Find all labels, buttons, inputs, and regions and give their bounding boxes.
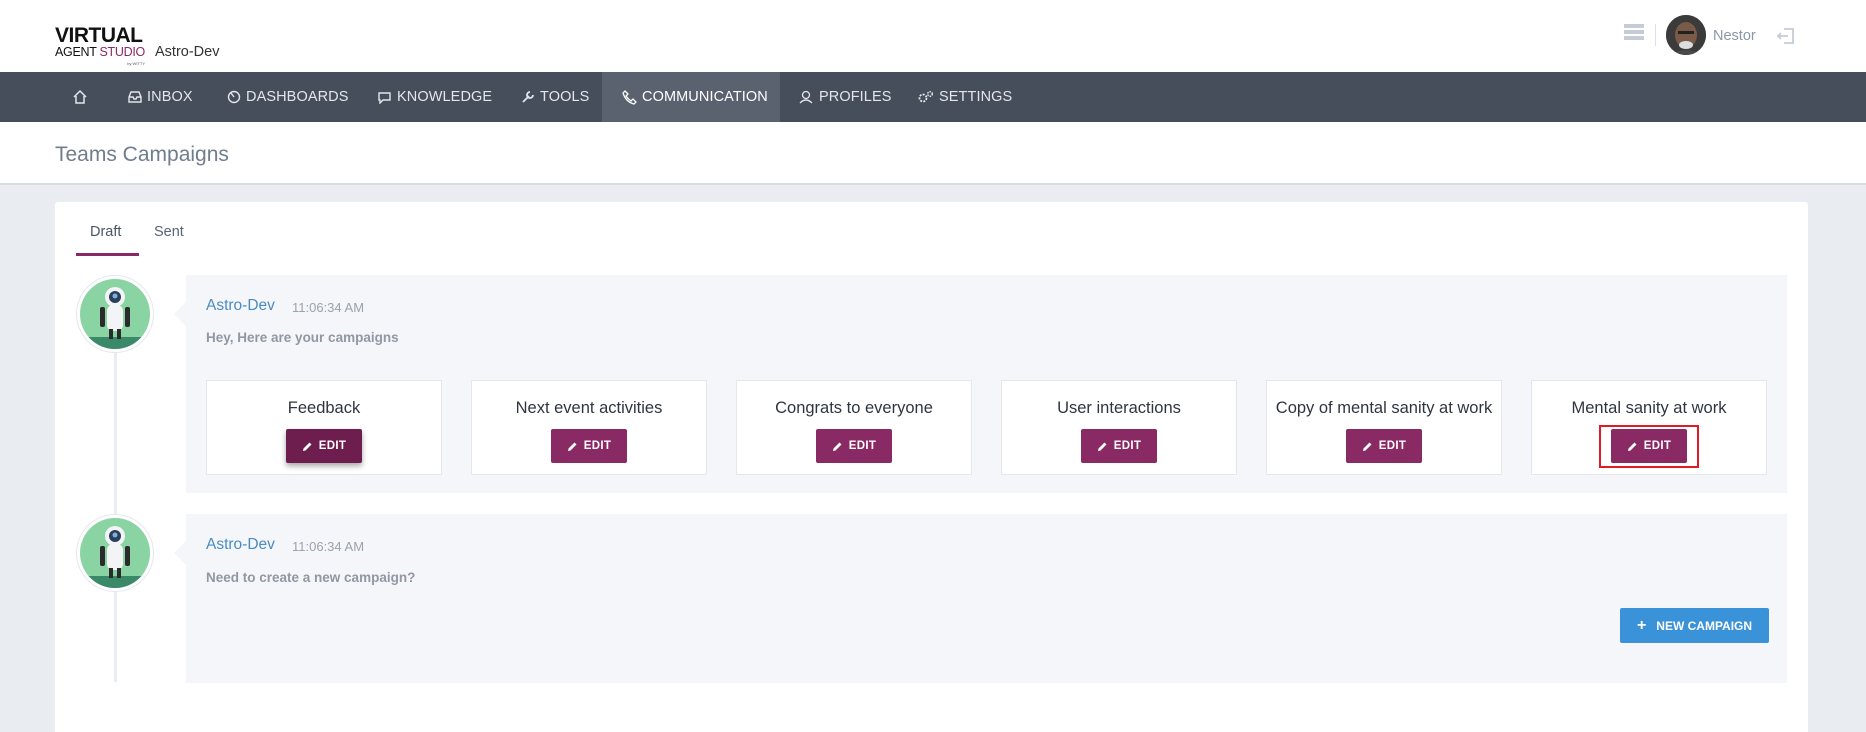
nav-communication[interactable]: COMMUNICATION <box>602 72 780 122</box>
nav-profiles-label: PROFILES <box>819 89 892 105</box>
bot-avatar <box>77 515 153 591</box>
bot-avatar <box>77 276 153 352</box>
nav-knowledge[interactable]: KNOWLEDGE <box>377 72 492 122</box>
campaign-title: Congrats to everyone <box>775 399 933 417</box>
message-sender[interactable]: Astro-Dev <box>206 297 275 315</box>
edit-button[interactable]: EDIT <box>1346 429 1422 463</box>
campaign-title: Mental sanity at work <box>1571 399 1727 417</box>
robot-icon <box>80 287 150 349</box>
new-campaign-button[interactable]: + NEW CAMPAIGN <box>1620 608 1769 643</box>
edit-button[interactable]: EDIT <box>286 429 362 463</box>
message-new-campaign: Astro-Dev 11:06:34 AM Need to create a n… <box>174 514 1787 683</box>
logout-icon[interactable] <box>1776 26 1796 46</box>
gears-icon <box>918 90 934 103</box>
message-sender[interactable]: Astro-Dev <box>206 536 275 554</box>
campaign-card: User interactions EDIT <box>1001 380 1237 475</box>
nav-dashboards[interactable]: DASHBOARDS <box>227 72 349 122</box>
chat-icon <box>378 91 391 104</box>
campaign-card: Next event activities EDIT <box>471 380 707 475</box>
campaign-card: Congrats to everyone EDIT <box>736 380 972 475</box>
campaign-card: Copy of mental sanity at work EDIT <box>1266 380 1502 475</box>
main-nav: INBOX DASHBOARDS KNOWLEDGE TOOLS COMMUNI… <box>0 72 1866 122</box>
message-text: Need to create a new campaign? <box>206 570 416 585</box>
campaign-card: Feedback EDIT <box>206 380 442 475</box>
nav-home[interactable] <box>62 72 102 122</box>
message-time: 11:06:34 AM <box>292 300 365 315</box>
servers-icon[interactable] <box>1624 24 1644 40</box>
nav-communication-label: COMMUNICATION <box>642 89 768 105</box>
pencil-icon <box>1362 442 1372 451</box>
top-header: VIRTUAL AGENT STUDIO by WITTY Astro-Dev … <box>0 0 1866 72</box>
user-avatar[interactable] <box>1666 15 1706 55</box>
nav-dashboards-label: DASHBOARDS <box>246 89 349 105</box>
nav-knowledge-label: KNOWLEDGE <box>397 89 493 105</box>
page-title: Teams Campaigns <box>55 143 229 166</box>
nav-inbox-label: INBOX <box>147 89 193 105</box>
nav-profiles[interactable]: PROFILES <box>799 72 892 122</box>
plus-icon: + <box>1636 616 1647 634</box>
nav-inbox[interactable]: INBOX <box>128 72 193 122</box>
phone-icon <box>622 89 637 105</box>
edit-button[interactable]: EDIT <box>816 429 892 463</box>
page-heading: Teams Campaigns <box>0 122 1866 185</box>
header-divider <box>1655 24 1656 46</box>
profiles-icon <box>799 90 813 104</box>
message-text: Hey, Here are your campaigns <box>206 330 399 345</box>
campaign-title: Feedback <box>287 399 361 417</box>
pencil-icon <box>302 442 312 451</box>
pencil-icon <box>567 442 577 451</box>
user-name[interactable]: Nestor <box>1713 28 1756 44</box>
campaign-title: User interactions <box>1057 399 1181 417</box>
inbox-icon <box>128 91 142 103</box>
message-campaigns: Astro-Dev 11:06:34 AM Hey, Here are your… <box>174 275 1787 493</box>
wrench-icon <box>522 91 534 103</box>
nav-settings[interactable]: SETTINGS <box>918 72 1012 122</box>
nav-settings-label: SETTINGS <box>939 89 1013 105</box>
tab-draft[interactable]: Draft <box>76 222 139 256</box>
campaign-title: Copy of mental sanity at work <box>1275 399 1493 417</box>
message-time: 11:06:34 AM <box>292 539 365 554</box>
app-name: Astro-Dev <box>155 44 220 60</box>
campaign-card: Mental sanity at work EDIT <box>1531 380 1767 475</box>
home-icon <box>72 89 87 104</box>
dashboard-icon <box>227 90 241 104</box>
robot-icon <box>80 526 150 588</box>
edit-button[interactable]: EDIT <box>1081 429 1157 463</box>
timeline-line <box>114 302 117 682</box>
campaign-title: Next event activities <box>515 399 663 417</box>
virtual-agent-studio-logo[interactable]: VIRTUAL AGENT STUDIO by WITTY <box>55 25 147 66</box>
nav-tools-label: TOOLS <box>540 89 590 105</box>
tab-sent[interactable]: Sent <box>154 222 184 256</box>
pencil-icon <box>832 442 842 451</box>
nav-tools[interactable]: TOOLS <box>521 72 589 122</box>
highlight-box <box>1599 425 1699 468</box>
edit-button[interactable]: EDIT <box>551 429 627 463</box>
campaigns-panel: Draft Sent Astro-Dev 11:06:34 AM Hey, He… <box>55 202 1808 732</box>
pencil-icon <box>1097 442 1107 451</box>
